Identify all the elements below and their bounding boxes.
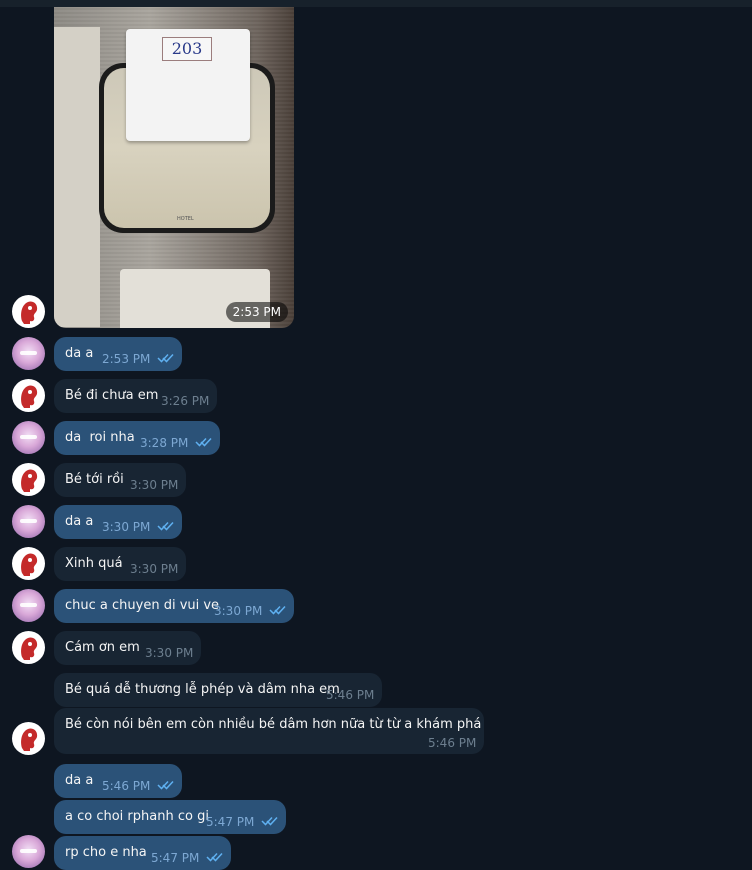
message-bubble-out[interactable]: da a 5:46 PM [54, 764, 182, 798]
double-check-icon [269, 605, 286, 615]
message-bubble-out[interactable]: da roi nha 3:28 PM [54, 421, 220, 455]
contact-avatar[interactable] [12, 547, 45, 580]
double-check-icon [206, 852, 223, 862]
message-text: Bé đi chưa em [65, 388, 159, 403]
contact-avatar[interactable] [12, 463, 45, 496]
own-avatar[interactable] [12, 421, 45, 454]
contact-avatar[interactable] [12, 379, 45, 412]
message-time: 3:30 PM [102, 520, 151, 534]
photo-message[interactable]: 203 HOTEL 2:53 PM [54, 7, 294, 328]
message-time: 5:46 PM [326, 688, 375, 702]
contact-avatar[interactable] [12, 722, 45, 755]
message-text: Xinh quá [65, 556, 123, 571]
photo-room-number: 203 [162, 37, 212, 61]
contact-avatar[interactable] [12, 631, 45, 664]
message-bubble-in[interactable]: Bé quá dễ thương lễ phép và dâm nha em 5… [54, 673, 382, 707]
message-bubble-out[interactable]: da a 2:53 PM [54, 337, 182, 371]
message-bubble-out[interactable]: chuc a chuyen di vui ve 3:30 PM [54, 589, 294, 623]
message-text: Cám ơn em [65, 640, 140, 655]
message-time: 3:30 PM [130, 478, 179, 492]
contact-avatar[interactable] [12, 295, 45, 328]
message-time: 3:30 PM [214, 604, 263, 618]
message-text: da a [65, 773, 94, 788]
message-text: da roi nha [65, 430, 135, 445]
double-check-icon [157, 353, 174, 363]
message-time: 5:47 PM [206, 815, 255, 829]
photo-switch-panel [54, 27, 100, 327]
message-text: Bé quá dễ thương lễ phép và dâm nha em [65, 682, 340, 697]
message-bubble-out[interactable]: da a 3:30 PM [54, 505, 182, 539]
own-avatar[interactable] [12, 505, 45, 538]
double-check-icon [157, 521, 174, 531]
message-bubble-in[interactable]: Xinh quá 3:30 PM [54, 547, 186, 581]
message-text: da a [65, 514, 94, 529]
message-text: chuc a chuyen di vui ve [65, 598, 220, 613]
message-time: 3:28 PM [140, 436, 189, 450]
message-time: 3:30 PM [130, 562, 179, 576]
own-avatar[interactable] [12, 835, 45, 868]
message-text: a co choi rphanh co gi [65, 809, 209, 824]
message-bubble-out[interactable]: a co choi rphanh co gi 5:47 PM [54, 800, 286, 834]
message-time: 5:47 PM [151, 851, 200, 865]
message-time: 3:30 PM [145, 646, 194, 660]
message-time: 3:26 PM [161, 394, 210, 408]
photo-timestamp: 2:53 PM [225, 302, 288, 322]
message-time: 2:53 PM [102, 352, 151, 366]
message-time: 5:46 PM [428, 736, 477, 750]
photo-brand-mark: HOTEL [177, 216, 194, 222]
double-check-icon [157, 780, 174, 790]
own-avatar[interactable] [12, 589, 45, 622]
message-bubble-in[interactable]: Bé đi chưa em 3:26 PM [54, 379, 217, 413]
own-avatar[interactable] [12, 337, 45, 370]
double-check-icon [261, 816, 278, 826]
message-text: da a [65, 346, 94, 361]
message-text: Bé tới rồi [65, 472, 124, 487]
message-bubble-in[interactable]: Bé còn nói bên em còn nhiều bé dâm hơn n… [54, 708, 484, 754]
message-bubble-in[interactable]: Bé tới rồi 3:30 PM [54, 463, 186, 497]
message-time: 5:46 PM [102, 779, 151, 793]
message-text: Bé còn nói bên em còn nhiều bé dâm hơn n… [65, 717, 482, 732]
top-bar [0, 0, 752, 7]
double-check-icon [195, 437, 212, 447]
message-bubble-in[interactable]: Cám ơn em 3:30 PM [54, 631, 201, 665]
